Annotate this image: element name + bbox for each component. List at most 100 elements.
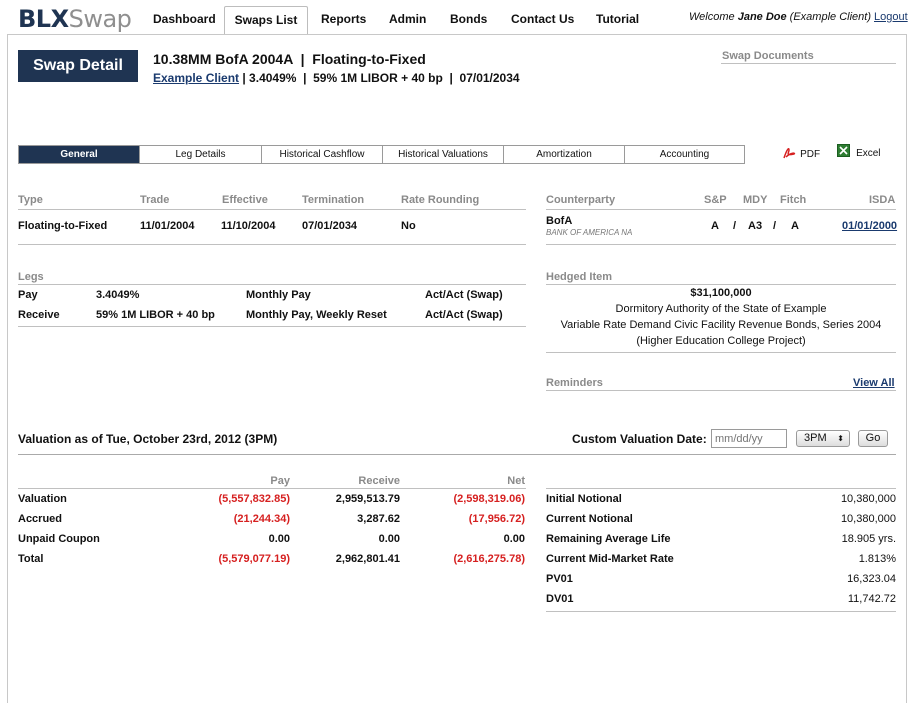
swap-subtitle: Example Client | 3.4049% | 59% 1M LIBOR … xyxy=(153,71,520,85)
divider xyxy=(546,390,896,391)
leg-pay-rate: 3.4049% xyxy=(96,289,140,301)
divider xyxy=(546,488,896,489)
stat-value: 10,380,000 xyxy=(840,513,896,525)
stat-label: Current Notional xyxy=(546,513,633,525)
nav-dashboard[interactable]: Dashboard xyxy=(141,6,228,34)
leg-pay-frequency: Monthly Pay xyxy=(246,289,311,301)
header-effective: Effective xyxy=(222,194,268,206)
valuation-row-label: Valuation xyxy=(18,493,67,505)
welcome-prefix: Welcome xyxy=(689,11,738,23)
divider xyxy=(546,611,896,612)
divider xyxy=(18,326,526,327)
valuation-receive-value: 2,962,801.41 xyxy=(335,553,400,565)
legs-title: Legs xyxy=(18,271,44,283)
col-receive-header: Receive xyxy=(358,475,400,487)
divider xyxy=(546,352,896,353)
excel-label: Excel xyxy=(856,148,881,159)
tab-leg-details[interactable]: Leg Details xyxy=(139,145,261,164)
leg-receive-frequency: Monthly Pay, Weekly Reset xyxy=(246,309,387,321)
valuation-pay-value: (21,244.34) xyxy=(233,513,290,525)
isda-link[interactable]: 01/01/2000 xyxy=(842,220,897,232)
leg-receive-daycount: Act/Act (Swap) xyxy=(425,309,503,321)
header-termination: Termination xyxy=(302,194,365,206)
welcome-text: Welcome Jane Doe (Example Client) xyxy=(689,11,871,23)
rating-sp: A xyxy=(711,220,719,232)
stat-label: DV01 xyxy=(546,593,574,605)
divider xyxy=(721,63,896,64)
nav-admin[interactable]: Admin xyxy=(377,6,438,34)
pdf-icon xyxy=(783,147,796,159)
logo-text-blx: BLX xyxy=(18,5,69,33)
stat-label: Remaining Average Life xyxy=(546,533,671,545)
valuation-row-label: Unpaid Coupon xyxy=(18,533,100,545)
divider xyxy=(18,454,896,455)
view-all-link[interactable]: View All xyxy=(853,377,895,389)
stat-value: 1.813% xyxy=(858,553,896,565)
counterparty-full-name: BANK OF AMERICA NA xyxy=(546,228,633,237)
tab-historical-valuations[interactable]: Historical Valuations xyxy=(382,145,503,164)
header-trade: Trade xyxy=(140,194,170,206)
stat-value: 11,742.72 xyxy=(847,593,896,605)
value-rate-rounding: No xyxy=(401,220,416,232)
app-logo[interactable]: BLXSwap xyxy=(18,5,132,33)
divider xyxy=(546,209,896,210)
divider xyxy=(18,209,526,210)
stat-value: 18.905 yrs. xyxy=(841,533,896,545)
valuation-row-label: Accrued xyxy=(18,513,63,525)
tab-general[interactable]: General xyxy=(18,145,139,164)
value-trade: 11/01/2004 xyxy=(140,220,195,232)
valuation-pay-value: 0.00 xyxy=(268,533,290,545)
logout-link[interactable]: Logout xyxy=(874,11,908,23)
nav-contact-us[interactable]: Contact Us xyxy=(499,6,586,34)
chevron-updown-icon: ⬍ xyxy=(837,434,844,443)
leg-receive-rate: 59% 1M LIBOR + 40 bp xyxy=(96,309,215,321)
header-rate-rounding: Rate Rounding xyxy=(401,194,480,206)
nav-reports[interactable]: Reports xyxy=(309,6,378,34)
counterparty-name: BofA xyxy=(546,215,573,227)
value-termination: 07/01/2034 xyxy=(302,220,358,232)
valuation-receive-value: 0.00 xyxy=(378,533,400,545)
valuation-receive-value: 3,287.62 xyxy=(357,513,400,525)
stat-label: PV01 xyxy=(546,573,573,585)
hedged-line: Dormitory Authority of the State of Exam… xyxy=(615,303,827,315)
valuation-receive-value: 2,959,513.79 xyxy=(335,493,400,505)
col-net-header: Net xyxy=(507,475,525,487)
export-pdf-button[interactable]: PDF xyxy=(782,145,820,160)
client-link[interactable]: Example Client xyxy=(153,71,239,85)
excel-icon xyxy=(837,144,850,157)
stat-label: Initial Notional xyxy=(546,493,622,505)
divider xyxy=(546,244,896,245)
nav-bonds[interactable]: Bonds xyxy=(438,6,499,34)
hedged-item-title: Hedged Item xyxy=(546,271,613,283)
divider xyxy=(18,488,526,489)
divider xyxy=(18,284,526,285)
export-excel-button[interactable]: Excel xyxy=(837,144,881,159)
swap-summary: | 3.4049% | 59% 1M LIBOR + 40 bp | 07/01… xyxy=(239,71,520,85)
stat-value: 10,380,000 xyxy=(840,493,896,505)
value-effective: 11/10/2004 xyxy=(221,220,276,232)
valuation-date-input[interactable] xyxy=(711,429,787,448)
rating-mdy: A3 xyxy=(748,220,763,232)
tab-amortization[interactable]: Amortization xyxy=(503,145,624,164)
nav-swaps-list[interactable]: Swaps List xyxy=(224,6,308,34)
header-isda: ISDA xyxy=(869,194,896,206)
valuation-net-value: (2,598,319.06) xyxy=(453,493,525,505)
valuation-pay-value: (5,557,832.85) xyxy=(218,493,290,505)
rating-separator: / xyxy=(733,220,737,232)
swap-detail-title: Swap Detail xyxy=(18,50,138,82)
divider xyxy=(18,244,526,245)
hedged-line: Variable Rate Demand Civic Facility Reve… xyxy=(560,319,882,331)
valuation-time-select[interactable]: 3PM ⬍ xyxy=(796,430,850,447)
valuation-net-value: 0.00 xyxy=(503,533,525,545)
header-counterparty: Counterparty xyxy=(546,194,616,206)
go-button[interactable]: Go xyxy=(858,430,888,447)
valuation-title: Valuation as of Tue, October 23rd, 2012 … xyxy=(18,432,278,446)
logo-text-swap: Swap xyxy=(68,5,132,33)
nav-tutorial[interactable]: Tutorial xyxy=(584,6,651,34)
hedged-line: (Higher Education College Project) xyxy=(636,335,806,347)
tab-historical-cashflow[interactable]: Historical Cashflow xyxy=(261,145,382,164)
stat-label: Current Mid-Market Rate xyxy=(546,553,674,565)
pdf-label: PDF xyxy=(800,149,821,160)
valuation-net-value: (17,956.72) xyxy=(468,513,525,525)
tab-accounting[interactable]: Accounting xyxy=(624,145,745,164)
